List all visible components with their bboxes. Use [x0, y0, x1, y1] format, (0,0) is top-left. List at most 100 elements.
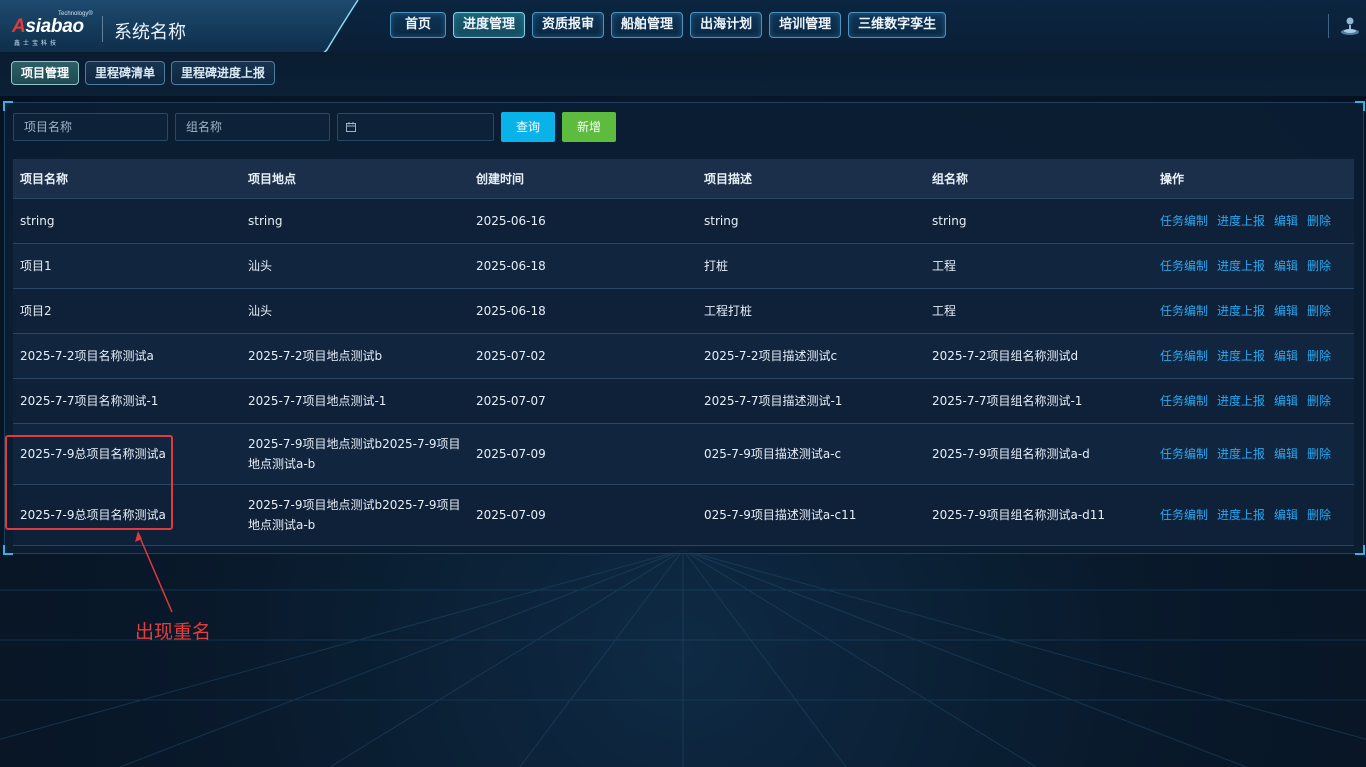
- cell-actions: 任务编制 进度上报 编辑 删除: [1153, 333, 1354, 379]
- delete-link[interactable]: 删除: [1307, 394, 1331, 408]
- cell-actions: 任务编制 进度上报 编辑 删除: [1153, 484, 1354, 546]
- progress-report-link[interactable]: 进度上报: [1217, 508, 1265, 522]
- cell-group-name: string: [925, 198, 1153, 244]
- cell-project-description: 工程打桩: [697, 288, 925, 334]
- column-header-created-time: 创建时间: [469, 159, 697, 199]
- nav-progress-management[interactable]: 进度管理: [453, 12, 526, 38]
- table-row: 项目2 汕头 2025-06-18 工程打桩 工程 任务编制 进度上报 编辑 删除: [13, 288, 1354, 334]
- project-name-input[interactable]: [13, 113, 168, 141]
- cell-created-time: 2025-06-18: [469, 288, 697, 334]
- edit-link[interactable]: 编辑: [1274, 349, 1298, 363]
- task-compile-link[interactable]: 任务编制: [1160, 349, 1208, 363]
- column-header-project-location: 项目地点: [241, 159, 469, 199]
- cell-group-name: 2025-7-9项目组名称测试a-d11: [925, 484, 1153, 546]
- edit-link[interactable]: 编辑: [1274, 304, 1298, 318]
- column-header-actions: 操作: [1153, 159, 1354, 199]
- task-compile-link[interactable]: 任务编制: [1160, 304, 1208, 318]
- cell-project-name: 2025-7-9总项目名称测试a: [13, 484, 241, 546]
- delete-link[interactable]: 删除: [1307, 259, 1331, 273]
- group-name-input[interactable]: [175, 113, 330, 141]
- nav-sea-plan[interactable]: 出海计划: [690, 12, 763, 38]
- logo-wordmark: Asiabao: [12, 16, 84, 37]
- brand-divider: [102, 16, 103, 42]
- table-row: 2025-7-9总项目名称测试a 2025-7-9项目地点测试b2025-7-9…: [13, 484, 1354, 546]
- brand-area: Technology® Asiabao 鑫士宝科技 系统名称: [0, 0, 360, 58]
- progress-report-link[interactable]: 进度上报: [1217, 304, 1265, 318]
- cell-project-location: 2025-7-7项目地点测试-1: [241, 378, 469, 424]
- progress-report-link[interactable]: 进度上报: [1217, 349, 1265, 363]
- cell-project-name: string: [13, 198, 241, 244]
- delete-link[interactable]: 删除: [1307, 349, 1331, 363]
- edit-link[interactable]: 编辑: [1274, 259, 1298, 273]
- cell-project-location: 2025-7-9项目地点测试b2025-7-9项目地点测试a-b: [241, 484, 469, 546]
- progress-report-link[interactable]: 进度上报: [1217, 447, 1265, 461]
- cell-project-location: 汕头: [241, 243, 469, 289]
- cell-project-location: 2025-7-9项目地点测试b2025-7-9项目地点测试a-b: [241, 423, 469, 485]
- task-compile-link[interactable]: 任务编制: [1160, 447, 1208, 461]
- cell-group-name: 2025-7-2项目组名称测试d: [925, 333, 1153, 379]
- delete-link[interactable]: 删除: [1307, 447, 1331, 461]
- cell-project-description: string: [697, 198, 925, 244]
- query-button[interactable]: 查询: [501, 112, 556, 142]
- cell-project-description: 025-7-9项目描述测试a-c11: [697, 484, 925, 546]
- cell-actions: 任务编制 进度上报 编辑 删除: [1153, 198, 1354, 244]
- project-table: 项目名称 项目地点 创建时间 项目描述 组名称 操作 string string…: [13, 159, 1354, 546]
- date-picker[interactable]: [337, 113, 494, 141]
- nav-training-management[interactable]: 培训管理: [769, 12, 842, 38]
- edit-link[interactable]: 编辑: [1274, 394, 1298, 408]
- cell-project-location: string: [241, 198, 469, 244]
- cell-created-time: 2025-07-09: [469, 484, 697, 546]
- task-compile-link[interactable]: 任务编制: [1160, 214, 1208, 228]
- nav-digital-twin[interactable]: 三维数字孪生: [848, 12, 947, 38]
- delete-link[interactable]: 删除: [1307, 304, 1331, 318]
- cell-project-location: 2025-7-2项目地点测试b: [241, 333, 469, 379]
- subtab-project-management[interactable]: 项目管理: [11, 61, 80, 85]
- progress-report-link[interactable]: 进度上报: [1217, 214, 1265, 228]
- column-header-group-name: 组名称: [925, 159, 1153, 199]
- panel-corner-decoration: [1355, 101, 1365, 111]
- add-button[interactable]: 新增: [562, 112, 617, 142]
- cell-project-name: 项目2: [13, 288, 241, 334]
- cell-project-description: 2025-7-7项目描述测试-1: [697, 378, 925, 424]
- cell-actions: 任务编制 进度上报 编辑 删除: [1153, 288, 1354, 334]
- column-header-project-name: 项目名称: [13, 159, 241, 199]
- nav-qualification-review[interactable]: 资质报审: [532, 12, 605, 38]
- cell-project-name: 2025-7-7项目名称测试-1: [13, 378, 241, 424]
- nav-home[interactable]: 首页: [390, 12, 447, 38]
- edit-link[interactable]: 编辑: [1274, 508, 1298, 522]
- content-panel: 查询 新增 项目名称 项目地点 创建时间 项目描述 组名称 操作 string …: [3, 101, 1365, 555]
- cell-created-time: 2025-07-02: [469, 333, 697, 379]
- edit-link[interactable]: 编辑: [1274, 214, 1298, 228]
- task-compile-link[interactable]: 任务编制: [1160, 394, 1208, 408]
- cell-project-location: 汕头: [241, 288, 469, 334]
- company-logo: Technology® Asiabao 鑫士宝科技: [12, 11, 93, 47]
- cell-actions: 任务编制 进度上报 编辑 删除: [1153, 243, 1354, 289]
- edit-link[interactable]: 编辑: [1274, 447, 1298, 461]
- delete-link[interactable]: 删除: [1307, 214, 1331, 228]
- progress-report-link[interactable]: 进度上报: [1217, 394, 1265, 408]
- progress-report-link[interactable]: 进度上报: [1217, 259, 1265, 273]
- subtab-milestone-progress-report[interactable]: 里程碑进度上报: [171, 61, 276, 85]
- nav-ship-management[interactable]: 船舶管理: [611, 12, 684, 38]
- table-row: 项目1 汕头 2025-06-18 打桩 工程 任务编制 进度上报 编辑 删除: [13, 243, 1354, 289]
- delete-link[interactable]: 删除: [1307, 508, 1331, 522]
- cell-project-description: 025-7-9项目描述测试a-c: [697, 423, 925, 485]
- sub-tabs: 项目管理 里程碑清单 里程碑进度上报: [11, 61, 276, 85]
- table-row: 2025-7-7项目名称测试-1 2025-7-7项目地点测试-1 2025-0…: [13, 378, 1354, 424]
- cell-project-description: 2025-7-2项目描述测试c: [697, 333, 925, 379]
- subtab-milestone-list[interactable]: 里程碑清单: [85, 61, 166, 85]
- cell-created-time: 2025-06-18: [469, 243, 697, 289]
- task-compile-link[interactable]: 任务编制: [1160, 259, 1208, 273]
- filter-bar: 查询 新增: [13, 112, 617, 142]
- cell-group-name: 工程: [925, 288, 1153, 334]
- task-compile-link[interactable]: 任务编制: [1160, 508, 1208, 522]
- panel-corner-decoration: [3, 545, 13, 555]
- user-avatar-icon[interactable]: [1339, 15, 1361, 37]
- main-nav: 首页 进度管理 资质报审 船舶管理 出海计划 培训管理 三维数字孪生: [390, 12, 947, 38]
- calendar-icon: [346, 122, 356, 132]
- cell-group-name: 2025-7-7项目组名称测试-1: [925, 378, 1153, 424]
- cell-project-name: 2025-7-2项目名称测试a: [13, 333, 241, 379]
- cell-group-name: 工程: [925, 243, 1153, 289]
- panel-corner-decoration: [1355, 545, 1365, 555]
- cell-created-time: 2025-06-16: [469, 198, 697, 244]
